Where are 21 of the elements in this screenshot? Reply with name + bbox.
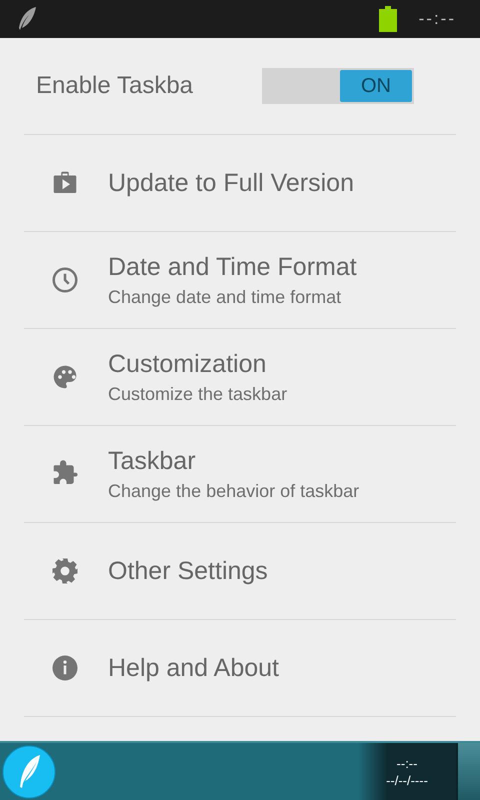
setting-subtitle: Change date and time format: [108, 286, 342, 308]
show-desktop-button[interactable]: [456, 743, 480, 800]
status-time: --:--: [418, 9, 456, 29]
taskbar-date: --/--/----: [386, 772, 428, 788]
taskbar-time: --:--: [396, 756, 418, 770]
feather-icon: [16, 6, 38, 32]
setting-title[interactable]: Other Settings: [108, 556, 268, 586]
start-button[interactable]: [2, 745, 56, 799]
settings-icon: [50, 556, 80, 586]
setting-title[interactable]: Help and About: [108, 654, 279, 682]
battery-icon: [378, 6, 397, 32]
toggle-switch[interactable]: ON: [262, 68, 414, 104]
setting-subtitle: Customize the taskbar: [108, 384, 288, 404]
setting-title[interactable]: Update to Full Version: [108, 168, 354, 198]
setting-subtitle: Change the behavior of taskbar: [108, 480, 360, 502]
clock-icon: [50, 265, 80, 295]
setting-title[interactable]: Customization: [108, 350, 266, 378]
info-icon: [50, 653, 80, 683]
setting-title[interactable]: Date and Time Format: [108, 252, 357, 282]
setting-title[interactable]: Taskbar: [108, 446, 196, 476]
enable-taskbar-label: Enable Taskba: [36, 72, 194, 100]
